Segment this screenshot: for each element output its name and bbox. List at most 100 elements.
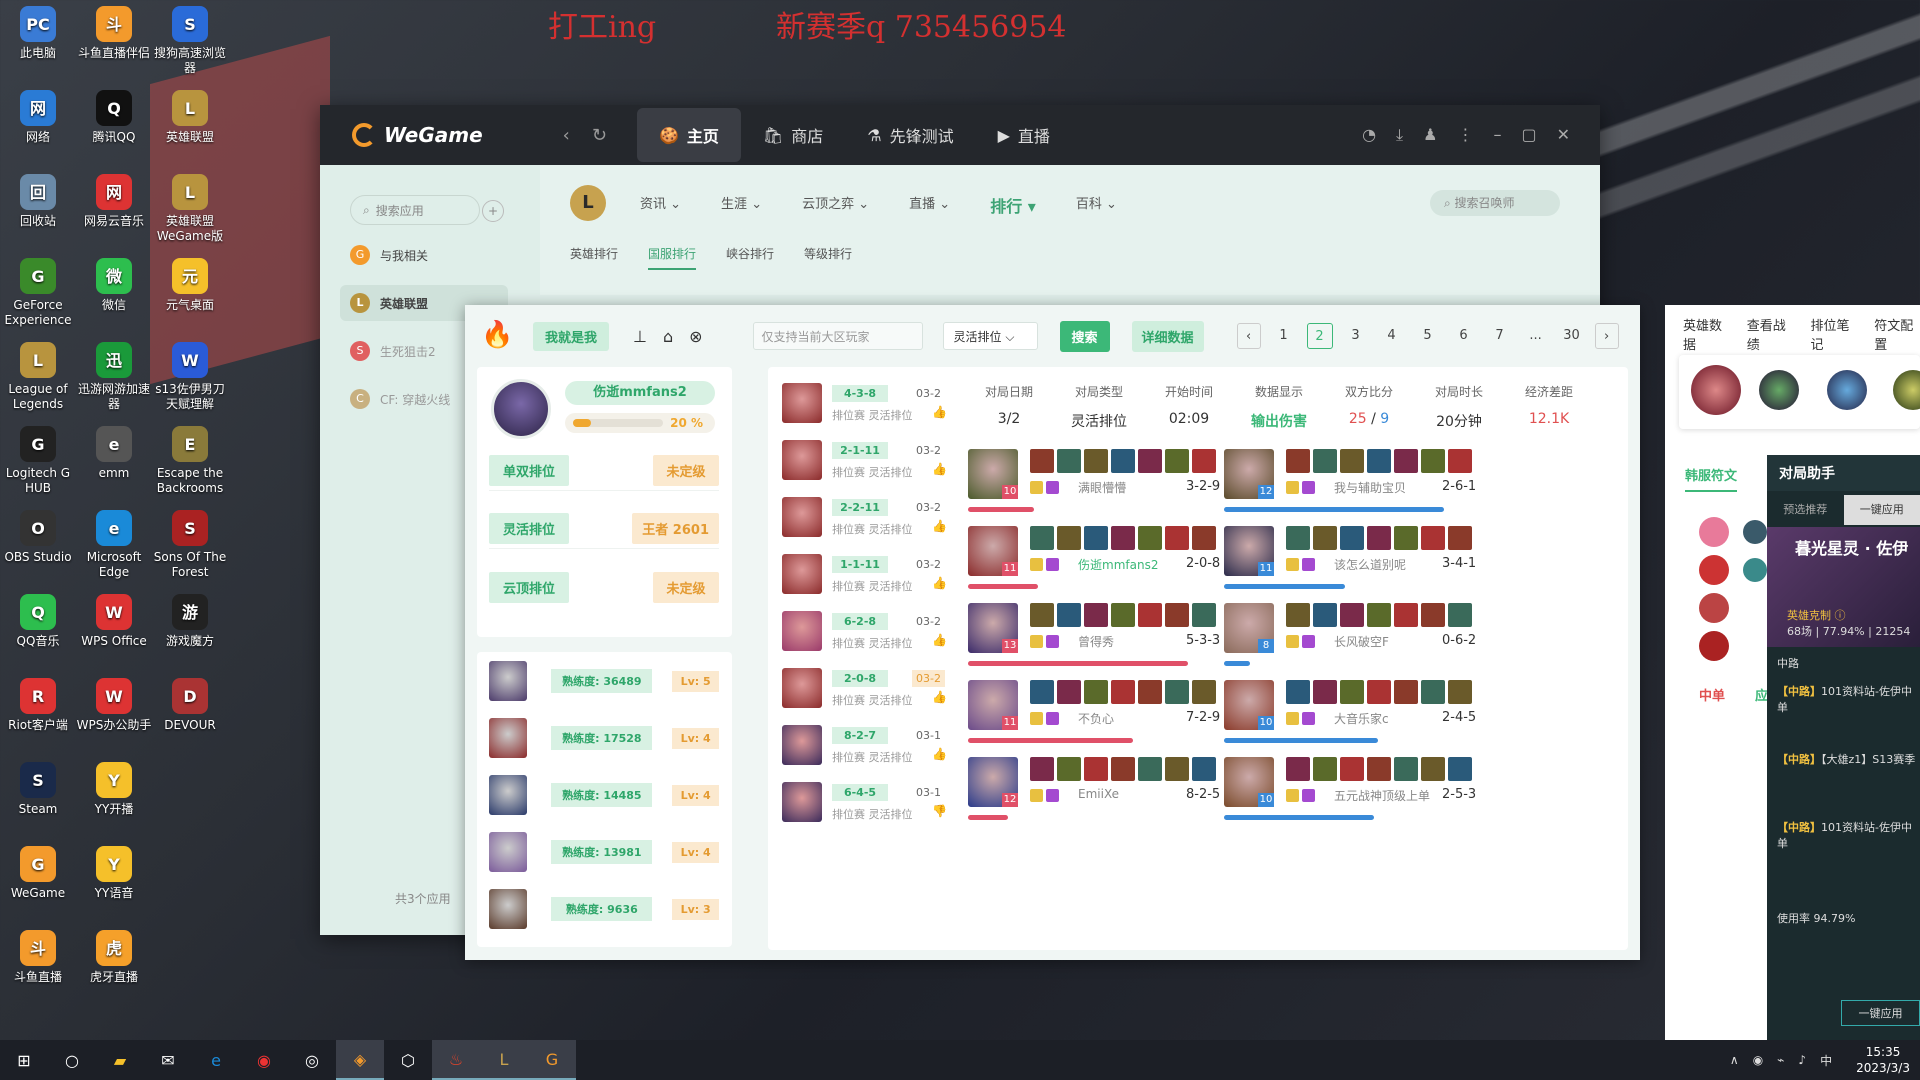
champion-row[interactable]: 熟练度: 9636 Lv: 3 [489,888,719,930]
player-row[interactable]: 11 该怎么道别呢 3-4-1 [1224,526,1504,592]
e-skill-icon[interactable] [1827,370,1867,410]
cortana-icon[interactable]: ○ [48,1040,96,1080]
history-icon[interactable]: ⊥ [633,327,647,346]
desktop-icon[interactable]: W WPS Office [76,594,152,649]
wegame-taskbar-icon[interactable]: G [528,1040,576,1080]
tray-netease-icon[interactable]: ◉ [1753,1053,1763,1067]
player-search-input[interactable]: 仅支持当前大区玩家 [752,322,923,350]
desktop-icon[interactable]: e emm [76,426,152,481]
lol-nav-live[interactable]: 直播 ⌄ [909,193,950,217]
lol-nav-wiki[interactable]: 百科 ⌄ [1076,193,1117,217]
edge-icon[interactable]: e [192,1040,240,1080]
summoner-search-input[interactable]: ⌕ 搜索召唤师 [1430,190,1560,216]
page-button[interactable]: 2 [1306,323,1333,349]
user-avatar-icon[interactable]: ♟ [1423,125,1437,145]
tab-rank-notes[interactable]: 排位笔记 [1811,315,1857,353]
player-row[interactable]: 13 曾得秀 5-3-3 [968,603,1248,669]
rune-set-1[interactable]: 【中路】101资料站-佐伊中单 [1777,683,1920,715]
match-row[interactable]: 4-3-8 03-2 排位赛 灵活排位 👍 [782,375,952,433]
tray-expand-icon[interactable]: ∧ [1730,1053,1739,1067]
desktop-icon[interactable]: G WeGame [0,846,76,901]
lol-taskbar-icon[interactable]: L [480,1040,528,1080]
match-row[interactable]: 8-2-7 03-1 排位赛 灵活排位 👍 [782,717,952,775]
close-icon[interactable]: ✕ [1557,125,1570,145]
page-button[interactable]: 6 [1446,323,1482,349]
player-row[interactable]: 8 长风破空F 0-6-2 [1224,603,1504,669]
desktop-icon[interactable]: Y YY语音 [76,846,152,901]
file-explorer-icon[interactable]: ▰ [96,1040,144,1080]
champion-row[interactable]: 熟练度: 14485 Lv: 4 [489,774,719,816]
desktop-icon[interactable]: 斗斗鱼直播伴侣 [76,6,152,61]
minimize-icon[interactable]: – [1493,125,1501,145]
page-button[interactable]: 30 [1554,323,1590,349]
subtab-rift-rank[interactable]: 峡谷排行 [726,245,774,270]
add-app-icon[interactable]: + [482,200,504,222]
rune-icon[interactable] [1699,555,1729,585]
netease-music-icon[interactable]: ◉ [240,1040,288,1080]
player-row[interactable]: 12 我与辅助宝贝 2-6-1 [1224,449,1504,515]
queue-select[interactable]: 灵活排位 ⌵ [942,322,1038,350]
player-row[interactable]: 10 五元战神顶级上单 2-5-3 [1224,757,1504,823]
match-row[interactable]: 2-1-11 03-2 排位赛 灵活排位 👍 [782,432,952,490]
match-row[interactable]: 6-4-5 03-1 排位赛 灵活排位 👎 [782,774,952,832]
desktop-icon[interactable]: e Microsoft Edge [76,510,152,580]
rune-icon[interactable] [1743,558,1767,582]
desktop-icon[interactable]: 迅迅游网游加速器 [76,342,152,412]
counter-info[interactable]: 英雄克制 ⓘ [1787,607,1846,623]
tab-live[interactable]: ▶ 直播 [976,105,1072,165]
search-button[interactable]: 搜索 [1059,320,1110,352]
page-button[interactable]: 3 [1338,323,1374,349]
desktop-icon[interactable]: 微微信 [76,258,152,313]
desktop-icon[interactable]: G GeForce Experience [0,258,76,328]
desktop-icon[interactable]: D DEVOUR [152,678,228,733]
rune-icon[interactable] [1699,517,1729,547]
desktop-icon[interactable]: R Riot客户端 [0,678,76,733]
download-icon[interactable]: ⤓ [1396,125,1403,145]
desktop-icon[interactable]: 游游戏魔方 [152,594,228,649]
page-button[interactable]: 7 [1482,323,1518,349]
close-circle-icon[interactable]: ⊗ [689,327,702,346]
w-skill-icon[interactable] [1893,370,1920,410]
tab-preselect[interactable]: 预选推荐 [1767,495,1844,525]
rune-icon[interactable] [1699,593,1729,623]
player-row[interactable]: 10 满眼懵懵 3-2-9 [968,449,1248,515]
match-row[interactable]: 6-2-8 03-2 排位赛 灵活排位 👍 [782,603,952,661]
match-row[interactable]: 2-2-11 03-2 排位赛 灵活排位 👍 [782,489,952,547]
desktop-icon[interactable]: 斗斗鱼直播 [0,930,76,985]
lol-nav-news[interactable]: 资讯 ⌄ [640,193,681,217]
clock[interactable]: 15:35 2023/3/3 [1856,1044,1910,1076]
desktop-icon[interactable]: S 搜狗高速浏览器 [152,6,228,76]
desktop-icon[interactable]: 网网易云音乐 [76,174,152,229]
desktop-icon[interactable]: PC 此电脑 [0,6,76,61]
player-row[interactable]: 11 不负心 7-2-9 [968,680,1248,746]
tab-kr-runes[interactable]: 韩服符文 [1685,465,1738,492]
tab-one-click[interactable]: 一键应用 [1843,495,1920,525]
back-icon[interactable]: ‹ [563,125,570,146]
refresh-icon[interactable]: ↻ [592,125,607,146]
match-row[interactable]: 1-1-11 03-2 排位赛 灵活排位 👍 [782,546,952,604]
champion-row[interactable]: 熟练度: 36489 Lv: 5 [489,660,719,702]
wegame-logo[interactable]: WeGame [352,123,483,147]
desktop-icon[interactable]: O OBS Studio [0,510,76,565]
data-display-select[interactable]: 输出伤害 [1234,411,1324,431]
desktop-icon[interactable]: 网网络 [0,90,76,145]
page-button[interactable]: 4 [1374,323,1410,349]
desktop-icon[interactable]: 元元气桌面 [152,258,228,313]
champion-row[interactable]: 熟练度: 13981 Lv: 4 [489,831,719,873]
desktop-icon[interactable]: G Logitech G HUB [0,426,76,496]
tab-rune-config[interactable]: 符文配置 [1874,315,1920,353]
chat-icon[interactable]: ◔ [1362,125,1376,145]
desktop-icon[interactable]: Y YY开播 [76,762,152,817]
desktop-icon[interactable]: S Sons Of The Forest [152,510,228,580]
desktop-icon[interactable]: W WPS办公助手 [76,678,152,733]
desktop-icon[interactable]: 虎虎牙直播 [76,930,152,985]
q-skill-icon[interactable] [1759,370,1799,410]
lol-nav-career[interactable]: 生涯 ⌄ [721,193,762,217]
summoner-name[interactable]: 伤逝mmfans2 [565,381,715,405]
desktop-icon[interactable]: S Steam [0,762,76,817]
lol-nav-ranking[interactable]: 排行 ▾ [990,193,1036,217]
subtab-server-rank[interactable]: 国服排行 [648,245,697,270]
tab-store[interactable]: 🛍 商店 [741,105,845,165]
player-row[interactable]: 11 伤逝mmfans2 2-0-8 [968,526,1248,592]
match-row[interactable]: 2-0-8 03-2 排位赛 灵活排位 👍 [782,660,952,718]
